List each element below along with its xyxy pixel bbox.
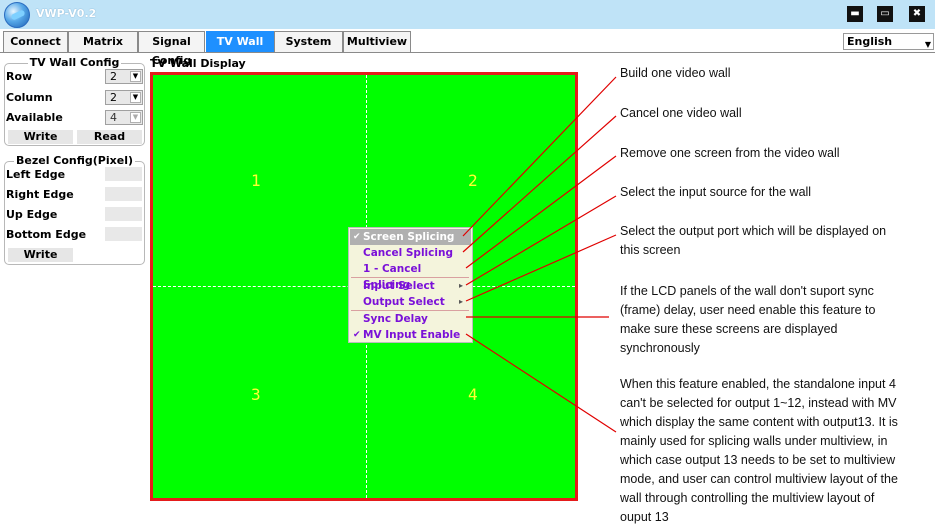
leader-line xyxy=(465,234,617,302)
annotation-sync-delay: If the LCD panels of the wall don't supo… xyxy=(620,284,876,355)
annotation-build: Build one video wall xyxy=(620,66,731,80)
annotation-output: Select the output port which will be dis… xyxy=(620,224,887,257)
leader-line xyxy=(462,115,617,253)
annotation-input: Select the input source for the wall xyxy=(620,185,812,199)
leader-line xyxy=(465,333,617,433)
annotation-remove: Remove one screen from the video wall xyxy=(620,146,840,160)
annotation-cancel: Cancel one video wall xyxy=(620,106,742,120)
annotation-mv-input: When this feature enabled, the standalon… xyxy=(620,377,898,524)
leader-line xyxy=(465,155,617,269)
leader-line xyxy=(462,76,617,237)
